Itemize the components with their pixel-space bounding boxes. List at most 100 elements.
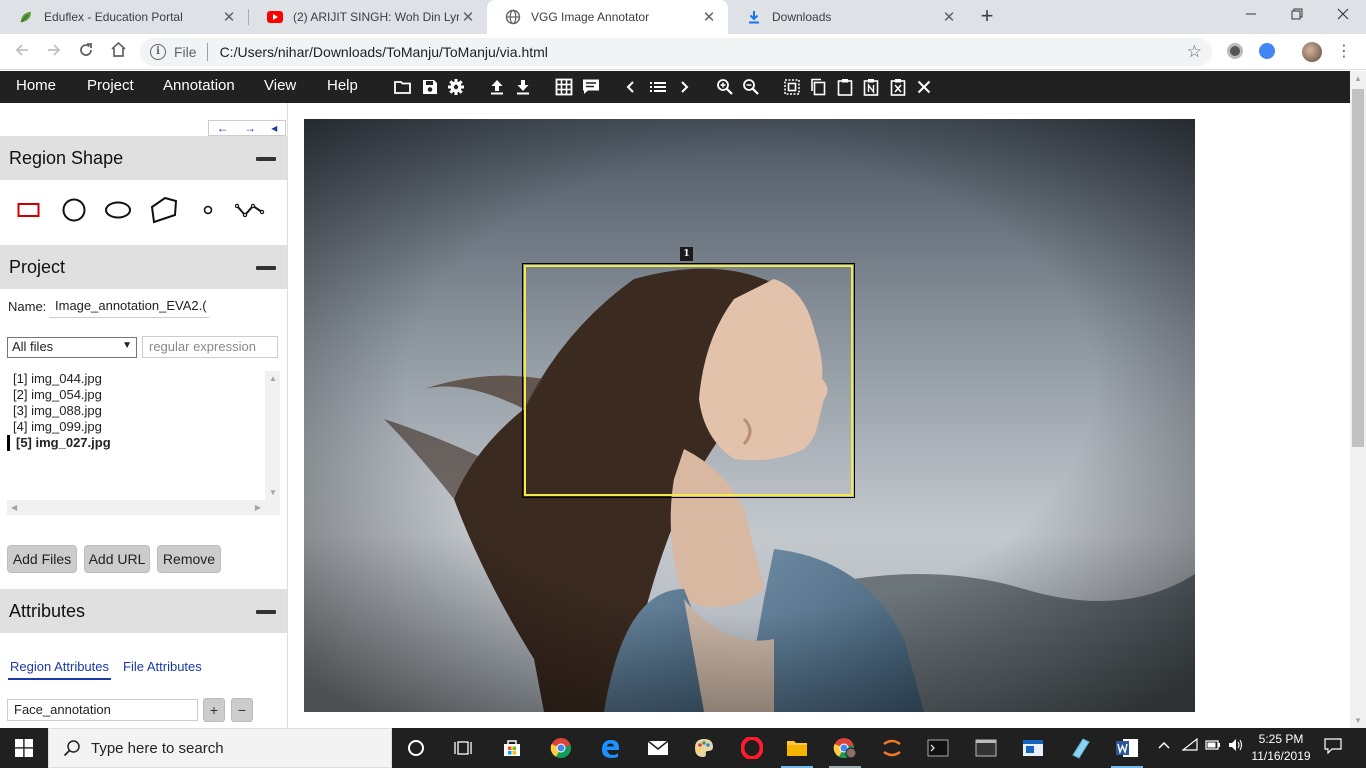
scrollbar-thumb[interactable] <box>1352 89 1364 447</box>
point-shape-icon[interactable] <box>193 195 223 225</box>
folder-open-icon[interactable] <box>394 78 412 96</box>
grid-view-icon[interactable] <box>555 78 573 96</box>
volume-icon[interactable] <box>1228 738 1244 758</box>
menu-annotation[interactable]: Annotation <box>163 71 235 103</box>
search-extension-icon[interactable] <box>1259 43 1275 59</box>
cortana-icon[interactable] <box>404 736 428 760</box>
project-name-input[interactable]: Image_annotation_EVA2.( <box>49 296 209 318</box>
scroll-down-icon[interactable]: ▼ <box>1354 716 1362 725</box>
add-url-button[interactable]: Add URL <box>84 545 150 573</box>
list-item[interactable]: [4] img_099.jpg <box>13 419 102 435</box>
profile-avatar[interactable] <box>1302 42 1322 62</box>
tab-youtube[interactable]: (2) ARIJIT SINGH: Woh Din Lyrical ✕ <box>249 0 487 34</box>
reload-icon[interactable] <box>74 41 98 63</box>
omnibox[interactable]: i File C:/Users/nihar/Downloads/ToManju/… <box>140 38 1212 66</box>
forward-icon[interactable] <box>42 41 66 63</box>
attribute-name-input[interactable]: Face_annotation <box>7 699 198 721</box>
zoom-in-icon[interactable] <box>716 78 734 96</box>
list-item[interactable]: [3] img_088.jpg <box>13 403 102 419</box>
region-shape-header[interactable]: Region Shape <box>0 136 287 180</box>
task-view-icon[interactable] <box>451 736 475 760</box>
windows-start-icon[interactable] <box>0 728 48 768</box>
window-app-icon[interactable] <box>1021 736 1045 760</box>
remove-button[interactable]: Remove <box>157 545 221 573</box>
next-icon[interactable] <box>675 78 693 96</box>
file-list-vertical-scrollbar[interactable]: ▲ ▼ <box>265 371 280 515</box>
store-icon[interactable] <box>500 736 524 760</box>
close-icon[interactable]: ✕ <box>940 8 958 26</box>
polygon-shape-icon[interactable] <box>148 195 178 225</box>
select-all-icon[interactable] <box>783 78 801 96</box>
list-item[interactable]: [2] img_054.jpg <box>13 387 102 403</box>
edge-icon[interactable] <box>598 736 622 760</box>
tab-file-attributes[interactable]: File Attributes <box>121 659 204 680</box>
panel-collapse-icon[interactable]: ◂ <box>271 121 277 135</box>
paste-icon[interactable] <box>836 78 854 96</box>
tab-region-attributes[interactable]: Region Attributes <box>8 659 112 680</box>
remove-attribute-button[interactable]: − <box>231 698 253 722</box>
file-explorer-icon[interactable] <box>785 736 809 760</box>
extension-icon[interactable] <box>1227 43 1243 59</box>
project-header[interactable]: Project <box>0 245 287 289</box>
zoom-out-icon[interactable] <box>742 78 760 96</box>
window-close-icon[interactable] <box>1320 2 1366 30</box>
wifi-icon[interactable] <box>1181 737 1198 758</box>
bookmark-star-icon[interactable]: ☆ <box>1187 42 1202 62</box>
save-icon[interactable] <box>421 78 439 96</box>
close-icon[interactable] <box>915 78 933 96</box>
collapse-icon[interactable] <box>256 157 276 161</box>
collapse-icon[interactable] <box>256 266 276 270</box>
menu-project[interactable]: Project <box>87 71 134 103</box>
ellipse-shape-icon[interactable] <box>103 195 133 225</box>
download-icon[interactable] <box>514 78 532 96</box>
polyline-shape-icon[interactable] <box>235 195 265 225</box>
comment-icon[interactable] <box>582 78 600 96</box>
scroll-up-icon[interactable]: ▲ <box>1354 74 1362 83</box>
menu-view[interactable]: View <box>264 71 296 103</box>
tab-downloads[interactable]: Downloads ✕ <box>728 0 968 34</box>
opera-icon[interactable] <box>740 736 764 760</box>
add-files-button[interactable]: Add Files <box>7 545 77 573</box>
list-icon[interactable] <box>649 78 667 96</box>
panel-shift-right-icon[interactable]: → <box>244 121 256 135</box>
regex-filter-input[interactable]: regular expression <box>142 336 278 358</box>
delete-region-icon[interactable] <box>889 78 907 96</box>
command-prompt-icon[interactable] <box>926 736 950 760</box>
jupyter-icon[interactable] <box>880 736 904 760</box>
chrome-menu-icon[interactable]: ⋮ <box>1332 41 1356 63</box>
taskbar-search-box[interactable]: Type here to search <box>48 728 392 768</box>
chrome-icon[interactable] <box>549 736 573 760</box>
annotated-photo[interactable]: 1 <box>304 119 1195 712</box>
back-icon[interactable] <box>10 41 34 63</box>
circle-shape-icon[interactable] <box>59 195 89 225</box>
word-icon[interactable] <box>1115 736 1139 760</box>
new-tab-button[interactable]: + <box>976 4 998 30</box>
info-icon[interactable]: i <box>150 44 166 60</box>
home-icon[interactable] <box>106 41 130 63</box>
url-text[interactable]: C:/Users/nihar/Downloads/ToManju/ToManju… <box>220 44 548 60</box>
panel-shift-left-icon[interactable]: ← <box>217 121 229 135</box>
close-icon[interactable]: ✕ <box>459 8 477 26</box>
paint-icon[interactable] <box>692 736 716 760</box>
rectangle-shape-icon[interactable] <box>14 195 44 225</box>
page-vertical-scrollbar[interactable]: ▲ ▼ <box>1350 71 1366 728</box>
upload-icon[interactable] <box>488 78 506 96</box>
menu-help[interactable]: Help <box>327 71 358 103</box>
scroll-up-icon[interactable]: ▲ <box>269 374 277 383</box>
scroll-down-icon[interactable]: ▼ <box>269 488 277 497</box>
list-item-current[interactable]: [5] img_027.jpg <box>7 435 111 451</box>
file-filter-select[interactable]: All files ▼ <box>7 337 137 358</box>
notepad-icon[interactable] <box>1068 736 1092 760</box>
terminal-icon[interactable] <box>974 736 998 760</box>
collapse-icon[interactable] <box>256 610 276 614</box>
restore-icon[interactable] <box>1274 2 1320 30</box>
battery-icon[interactable] <box>1205 738 1221 758</box>
chrome-profile-icon[interactable] <box>833 736 857 760</box>
scroll-right-icon[interactable]: ▶ <box>255 503 261 512</box>
annotation-region-1[interactable] <box>522 263 855 498</box>
file-list-horizontal-scrollbar[interactable]: ◀ ▶ <box>7 500 265 515</box>
close-icon[interactable]: ✕ <box>700 8 718 26</box>
notifications-icon[interactable] <box>1324 738 1342 758</box>
paste-n-icon[interactable] <box>862 78 880 96</box>
tab-eduflex[interactable]: Eduflex - Education Portal ✕ <box>0 0 248 34</box>
